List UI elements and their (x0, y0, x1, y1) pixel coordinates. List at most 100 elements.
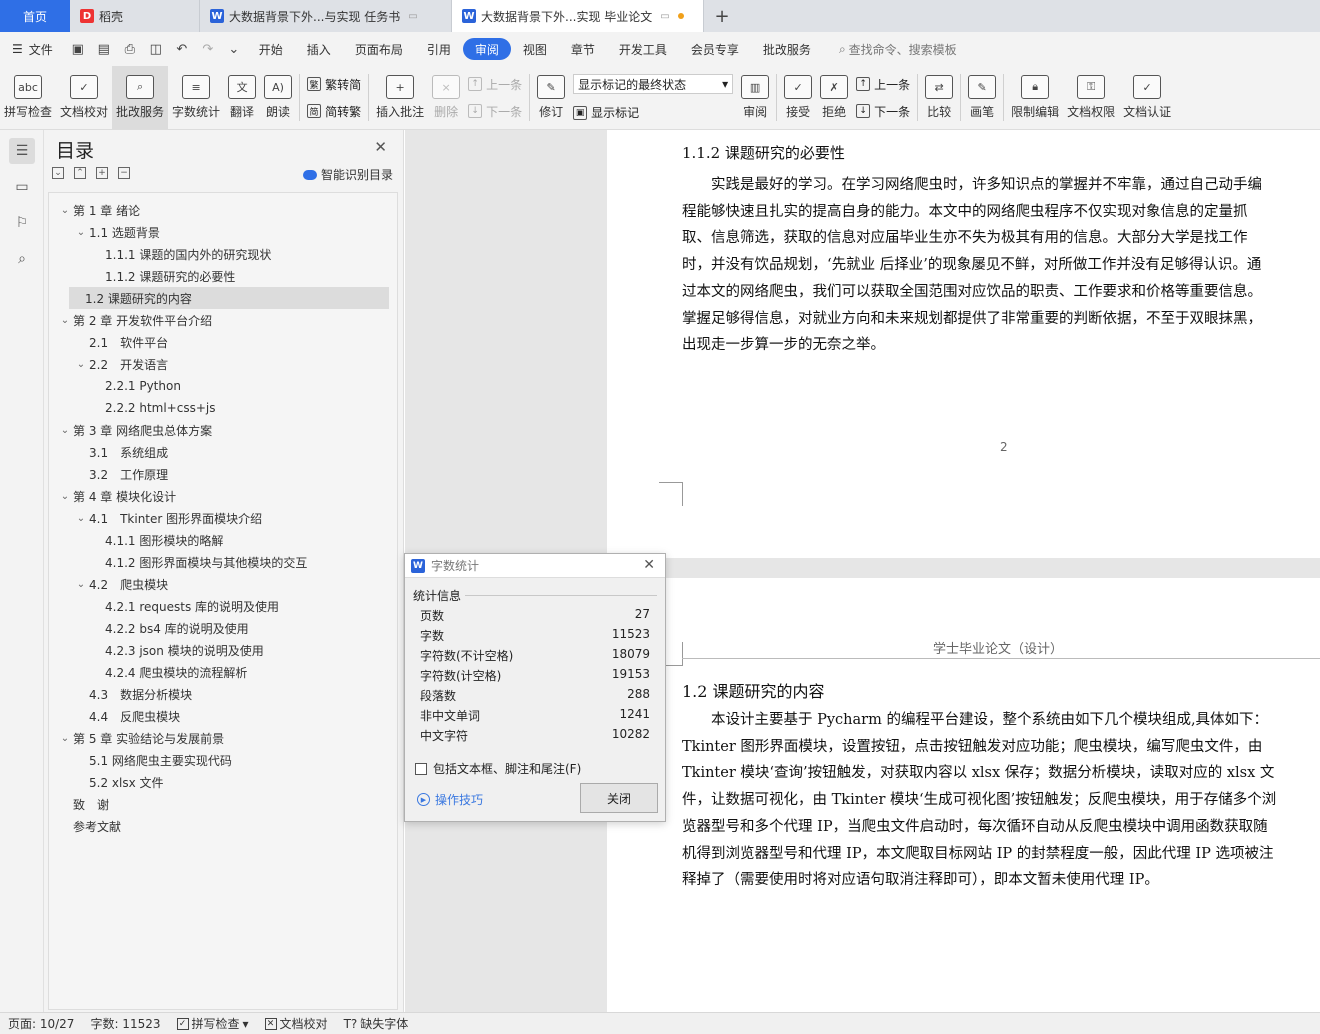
toc-item[interactable]: 致 谢 (49, 793, 397, 815)
prev-comment-button[interactable]: ↑ 上一条 (468, 76, 522, 93)
redo-icon[interactable]: ↷ (195, 38, 221, 60)
undo-icon[interactable]: ↶ (169, 38, 195, 60)
show-markup-button[interactable]: ▣ 显示标记 (573, 104, 733, 121)
export-pdf-icon[interactable]: ▤ (91, 38, 117, 60)
revise-service-button[interactable]: ⌕ 批改服务 (112, 66, 169, 129)
toc-item[interactable]: 4.2.2 bs4 库的说明及使用 (49, 617, 397, 639)
chevron-down-icon[interactable]: ⌄ (57, 491, 73, 502)
smart-toc-button[interactable]: 智能识别目录 (302, 166, 393, 183)
tab-daoke[interactable]: D 稻壳 (70, 0, 200, 32)
toc-item[interactable]: ⌄ 4.1 Tkinter 图形界面模块介绍 (49, 507, 397, 529)
menu-start[interactable]: 开始 (247, 38, 295, 60)
simp-to-trad-button[interactable]: 简简转繁 (307, 103, 361, 120)
trad-to-simp-button[interactable]: 繁繁转简 (307, 76, 361, 93)
page-indicator[interactable]: 页面: 10/27 (0, 1015, 82, 1032)
print-icon[interactable]: ⎙ (117, 38, 143, 60)
proofread-button[interactable]: ✓ 文档校对 (56, 66, 112, 129)
toc-item[interactable]: 1.2 课题研究的内容 (69, 287, 389, 309)
toc-item[interactable]: 4.2.3 json 模块的说明及使用 (49, 639, 397, 661)
document-page[interactable]: 1.1.2 课题研究的必要性 实践是最好的学习。在学习网络爬虫时，许多知识点的掌… (607, 130, 1320, 558)
toc-item[interactable]: 5.2 xlsx 文件 (49, 771, 397, 793)
track-changes-button[interactable]: ✎ 修订 (533, 66, 569, 129)
close-icon[interactable]: ✕ (374, 138, 387, 156)
toc-item[interactable]: ⌄ 第 5 章 实验结论与发展前景 (49, 727, 397, 749)
doc-auth-button[interactable]: ✓ 文档认证 (1119, 66, 1175, 129)
chevron-down-icon[interactable]: ⌄ (57, 733, 73, 744)
chevron-down-icon[interactable]: ⌄ (57, 425, 73, 436)
missing-font-status[interactable]: T? 缺失字体 (336, 1015, 417, 1032)
chevron-down-icon[interactable]: ⌄ (73, 513, 89, 524)
proofread-status[interactable]: ✕ 文档校对 (257, 1015, 336, 1032)
remove-icon[interactable]: − (118, 167, 130, 179)
close-icon[interactable]: ✕ (643, 557, 655, 573)
toc-item[interactable]: ⌄ 4.2 爬虫模块 (49, 573, 397, 595)
search-icon[interactable]: ⌕ (9, 246, 35, 272)
toc-item[interactable]: 4.2.1 requests 库的说明及使用 (49, 595, 397, 617)
review-pane-button[interactable]: ▥ 审阅 (737, 66, 773, 129)
menu-review[interactable]: 审阅 (462, 38, 511, 60)
file-menu[interactable]: ☰ 文件 (0, 38, 65, 60)
menu-layout[interactable]: 页面布局 (343, 38, 415, 60)
toc-item[interactable]: 4.1.1 图形模块的略解 (49, 529, 397, 551)
toc-item[interactable]: ⌄ 1.1 选题背景 (49, 221, 397, 243)
command-search[interactable]: ⌕ 查找命令、搜索模板 (839, 41, 957, 58)
toc-item[interactable]: 3.2 工作原理 (49, 463, 397, 485)
doc-permission-button[interactable]: ⚿ 文档权限 (1063, 66, 1119, 129)
toc-item[interactable]: ⌄ 2.2 开发语言 (49, 353, 397, 375)
tab-thesis[interactable]: W 大数据背景下外...实现 毕业论文 ▭ (452, 0, 704, 32)
spell-check-status[interactable]: ✓ 拼写检查 ▾ (169, 1015, 257, 1032)
insert-comment-button[interactable]: + 插入批注 (372, 66, 428, 129)
read-aloud-button[interactable]: A) 朗读 (260, 66, 296, 129)
reject-button[interactable]: ✗ 拒绝 (816, 66, 852, 129)
toc-item[interactable]: 4.4 反爬虫模块 (49, 705, 397, 727)
toc-item[interactable]: ⌄ 第 1 章 绪论 (49, 199, 397, 221)
toc-panel-icon[interactable]: ☰ (9, 138, 35, 164)
toc-item[interactable]: 1.1.1 课题的国内外的研究现状 (49, 243, 397, 265)
toc-item[interactable]: ⌄ 第 4 章 模块化设计 (49, 485, 397, 507)
spell-check-button[interactable]: abc 拼写检查 (0, 66, 56, 129)
word-count-button[interactable]: ≡ 字数统计 (168, 66, 224, 129)
chevron-down-icon[interactable]: ⌄ (73, 227, 89, 238)
toc-item[interactable]: 5.1 网络爬虫主要实现代码 (49, 749, 397, 771)
word-count-indicator[interactable]: 字数: 11523 (82, 1015, 168, 1032)
menu-devtools[interactable]: 开发工具 (607, 38, 679, 60)
menu-insert[interactable]: 插入 (295, 38, 343, 60)
next-comment-button[interactable]: ↓ 下一条 (468, 103, 522, 120)
toc-item[interactable]: 2.2.1 Python (49, 375, 397, 397)
checkbox-box[interactable] (415, 762, 427, 775)
add-tab-button[interactable]: + (704, 0, 740, 32)
next-change-button[interactable]: ↓ 下一条 (856, 103, 910, 120)
collapse-icon[interactable]: ⌄ (52, 167, 64, 179)
menu-view[interactable]: 视图 (511, 38, 559, 60)
toc-item[interactable]: 3.1 系统组成 (49, 441, 397, 463)
document-page[interactable]: 学士毕业论文（设计） 1.2 课题研究的内容 本设计主要基于 Pycharm 的… (607, 578, 1320, 1012)
menu-revise-service[interactable]: 批改服务 (751, 38, 823, 60)
chevron-down-icon[interactable]: ⌄ (57, 205, 73, 216)
toc-item[interactable]: 2.2.2 html+css+js (49, 397, 397, 419)
translate-button[interactable]: 文翻译 (224, 66, 260, 129)
markup-state-select[interactable]: 显示标记的最终状态 ▾ (573, 74, 734, 94)
prev-change-button[interactable]: ↑ 上一条 (856, 76, 910, 93)
toc-item[interactable]: 参考文献 (49, 815, 397, 837)
tab-task-book[interactable]: W 大数据背景下外...与实现 任务书 ▭ (200, 0, 452, 32)
include-textbox-checkbox[interactable]: 包括文本框、脚注和尾注(F) (415, 760, 581, 777)
more-icon[interactable]: ⌄ (221, 38, 247, 60)
toc-item[interactable]: 2.1 软件平台 (49, 331, 397, 353)
add-icon[interactable]: + (96, 167, 108, 179)
expand-icon[interactable]: ⌃ (74, 167, 86, 179)
preview-icon[interactable]: ◫ (143, 38, 169, 60)
delete-comment-button[interactable]: × 删除 (428, 66, 464, 129)
restrict-edit-button[interactable]: 🔒︎ 限制编辑 (1007, 66, 1063, 129)
menu-references[interactable]: 引用 (415, 38, 463, 60)
bookmark-icon[interactable]: ⚐ (9, 210, 35, 236)
menu-member[interactable]: 会员专享 (679, 38, 751, 60)
pen-button[interactable]: ✎ 画笔 (964, 66, 1000, 129)
compare-button[interactable]: ⇄ 比较 (921, 66, 957, 129)
tips-link[interactable]: ▶ 操作技巧 (417, 791, 483, 808)
toc-item[interactable]: 4.3 数据分析模块 (49, 683, 397, 705)
chevron-down-icon[interactable]: ⌄ (57, 315, 73, 326)
home-tab[interactable]: 首页 (0, 0, 70, 32)
toc-item[interactable]: 1.1.2 课题研究的必要性 (49, 265, 397, 287)
close-button[interactable]: 关闭 (580, 783, 658, 813)
accept-button[interactable]: ✓ 接受 (780, 66, 816, 129)
